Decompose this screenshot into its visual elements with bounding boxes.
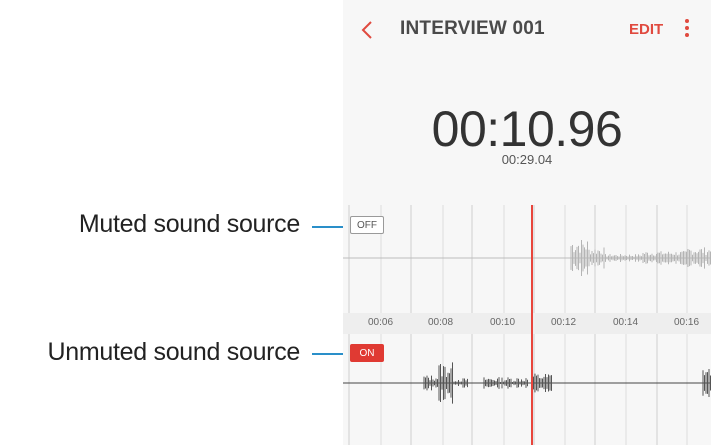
track-mute-toggle-off[interactable]: OFF: [350, 216, 384, 234]
timeline-label: 00:12: [551, 317, 577, 328]
waveform-track-muted[interactable]: [343, 205, 711, 313]
total-time: 00:29.04: [501, 152, 553, 167]
more-vert-icon: [683, 19, 691, 37]
waveform-muted: [343, 205, 711, 313]
edit-button[interactable]: EDIT: [629, 21, 663, 38]
waveform-track-unmuted[interactable]: [343, 334, 711, 445]
recording-title: INTERVIEW 001: [400, 18, 545, 39]
timeline-label: 00:10: [490, 317, 516, 328]
track-mute-toggle-on[interactable]: ON: [350, 344, 384, 362]
playhead[interactable]: [531, 205, 533, 445]
app-header: INTERVIEW 001 EDIT: [343, 0, 711, 62]
waveform-unmuted: [343, 334, 711, 445]
callout-muted-label: Muted sound source: [78, 210, 300, 238]
timeline-label: 00:14: [613, 317, 639, 328]
recorder-screen: INTERVIEW 001 EDIT 00:10.96 00:29.04 00:…: [343, 0, 711, 445]
current-time: 00:10.96: [431, 101, 623, 157]
back-button[interactable]: [361, 20, 381, 42]
more-options-button[interactable]: [683, 19, 691, 41]
timeline-label: 00:08: [428, 317, 454, 328]
callout-unmuted-label: Unmuted sound source: [47, 338, 301, 366]
timeline-label: 00:16: [674, 317, 700, 328]
timeline-label: 00:06: [368, 317, 394, 328]
timeline-ruler[interactable]: 00:06 00:08 00:10 00:12 00:14 00:16: [343, 313, 711, 334]
chevron-left-icon: [361, 21, 372, 39]
